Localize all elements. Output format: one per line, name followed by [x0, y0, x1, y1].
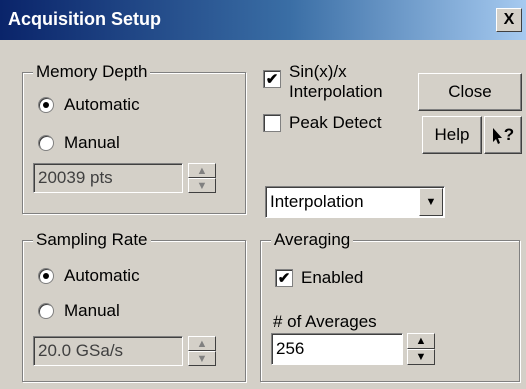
memory-depth-automatic-radio[interactable]: Automatic [38, 95, 140, 115]
whats-this-button[interactable]: ? [484, 116, 522, 154]
close-button[interactable]: Close [418, 73, 522, 111]
radio-selected-icon [38, 97, 54, 113]
averages-count-field[interactable]: 256 [271, 333, 403, 365]
averaging-group: Averaging ✔ Enabled # of Averages 256 ▲ … [260, 230, 520, 382]
spin-down-icon[interactable]: ▼ [188, 351, 216, 366]
sampling-rate-manual-label: Manual [64, 301, 120, 320]
window-close-button[interactable]: X [496, 8, 522, 32]
memory-depth-manual-label: Manual [64, 133, 120, 152]
radio-unselected-icon [38, 303, 54, 319]
peak-detect-label: Peak Detect [289, 113, 382, 132]
chevron-down-icon[interactable]: ▼ [419, 188, 443, 216]
memory-depth-group: Memory Depth Automatic Manual 20039 pts … [22, 62, 246, 214]
spin-up-icon[interactable]: ▲ [188, 163, 216, 178]
spin-up-icon[interactable]: ▲ [407, 333, 435, 349]
averaging-enabled-label: Enabled [301, 268, 364, 287]
memory-depth-legend: Memory Depth [33, 62, 151, 82]
memory-depth-spinner[interactable]: ▲ ▼ [188, 163, 216, 193]
sinx-label-line2: Interpolation [289, 82, 383, 101]
sampling-rate-spinner[interactable]: ▲ ▼ [188, 336, 216, 366]
spin-up-icon[interactable]: ▲ [188, 336, 216, 351]
averaging-enabled-checkbox[interactable]: ✔ Enabled [275, 268, 363, 288]
memory-depth-field: 20039 pts [33, 163, 183, 193]
peak-detect-checkbox[interactable]: Peak Detect [263, 113, 382, 133]
sampling-rate-automatic-label: Automatic [64, 266, 140, 285]
memory-depth-automatic-label: Automatic [64, 95, 140, 114]
checkbox-checked-icon: ✔ [275, 269, 293, 287]
spin-down-icon[interactable]: ▼ [188, 178, 216, 193]
pointer-help-icon: ? [492, 125, 514, 145]
sampling-rate-group: Sampling Rate Automatic Manual 20.0 GSa/… [22, 230, 246, 382]
sampling-rate-legend: Sampling Rate [33, 230, 151, 250]
help-button[interactable]: Help [422, 116, 482, 154]
sinx-interpolation-checkbox[interactable]: ✔ Sin(x)/x Interpolation [263, 62, 383, 102]
window-title: Acquisition Setup [8, 9, 161, 29]
averages-count-label: # of Averages [273, 312, 377, 331]
sampling-rate-field: 20.0 GSa/s [33, 336, 183, 366]
averaging-legend: Averaging [271, 230, 354, 250]
sinx-label: Sin(x)/x Interpolation [289, 62, 383, 102]
sampling-rate-manual-radio[interactable]: Manual [38, 301, 120, 321]
memory-depth-manual-radio[interactable]: Manual [38, 133, 120, 153]
averages-count-spinner[interactable]: ▲ ▼ [407, 333, 435, 365]
sinx-label-line1: Sin(x)/x [289, 62, 347, 81]
spin-down-icon[interactable]: ▼ [407, 349, 435, 365]
acquisition-mode-value: Interpolation [270, 192, 364, 211]
title-bar: Acquisition Setup X [0, 0, 526, 40]
radio-unselected-icon [38, 135, 54, 151]
checkbox-unchecked-icon [263, 114, 281, 132]
acquisition-mode-select[interactable]: Interpolation ▼ [265, 186, 445, 218]
sampling-rate-automatic-radio[interactable]: Automatic [38, 266, 140, 286]
radio-selected-icon [38, 268, 54, 284]
checkbox-checked-icon: ✔ [263, 70, 281, 88]
